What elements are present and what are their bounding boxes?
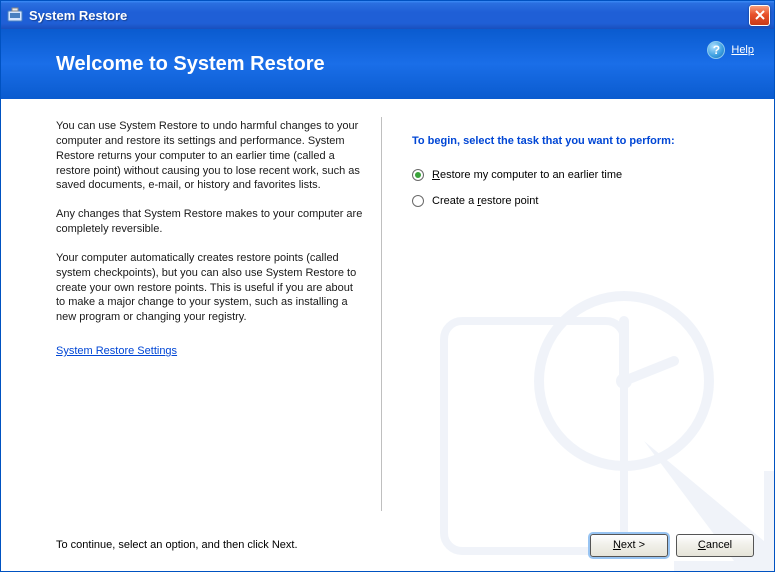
option-label: Restore my computer to an earlier time [432, 169, 622, 181]
intro-paragraph-2: Any changes that System Restore makes to… [56, 207, 363, 237]
system-restore-window: System Restore Welcome to System Restore… [0, 0, 775, 572]
footer: To continue, select an option, and then … [1, 519, 774, 571]
help-icon[interactable]: ? [707, 41, 725, 59]
next-button[interactable]: Next > [590, 534, 668, 557]
option-label: Create a restore point [432, 195, 538, 207]
window-title: System Restore [29, 8, 749, 23]
page-title: Welcome to System Restore [56, 53, 325, 76]
close-button[interactable] [749, 5, 770, 26]
radio-icon [412, 195, 424, 207]
description-column: You can use System Restore to undo harmf… [1, 99, 381, 571]
close-icon [755, 10, 765, 20]
content-area: You can use System Restore to undo harmf… [1, 99, 774, 571]
radio-icon [412, 169, 424, 181]
footer-instruction: To continue, select an option, and then … [56, 539, 582, 551]
option-restore-earlier-time[interactable]: Restore my computer to an earlier time [412, 169, 750, 181]
app-icon [7, 7, 23, 23]
option-create-restore-point[interactable]: Create a restore point [412, 195, 750, 207]
help-link[interactable]: Help [731, 44, 754, 56]
intro-paragraph-3: Your computer automatically creates rest… [56, 251, 363, 325]
help-area: ? Help [707, 41, 754, 59]
task-heading: To begin, select the task that you want … [412, 135, 750, 147]
header-band: Welcome to System Restore ? Help [1, 29, 774, 99]
system-restore-settings-link[interactable]: System Restore Settings [56, 345, 363, 357]
cancel-button[interactable]: Cancel [676, 534, 754, 557]
titlebar: System Restore [1, 1, 774, 29]
task-column: To begin, select the task that you want … [382, 99, 774, 571]
intro-paragraph-1: You can use System Restore to undo harmf… [56, 119, 363, 193]
